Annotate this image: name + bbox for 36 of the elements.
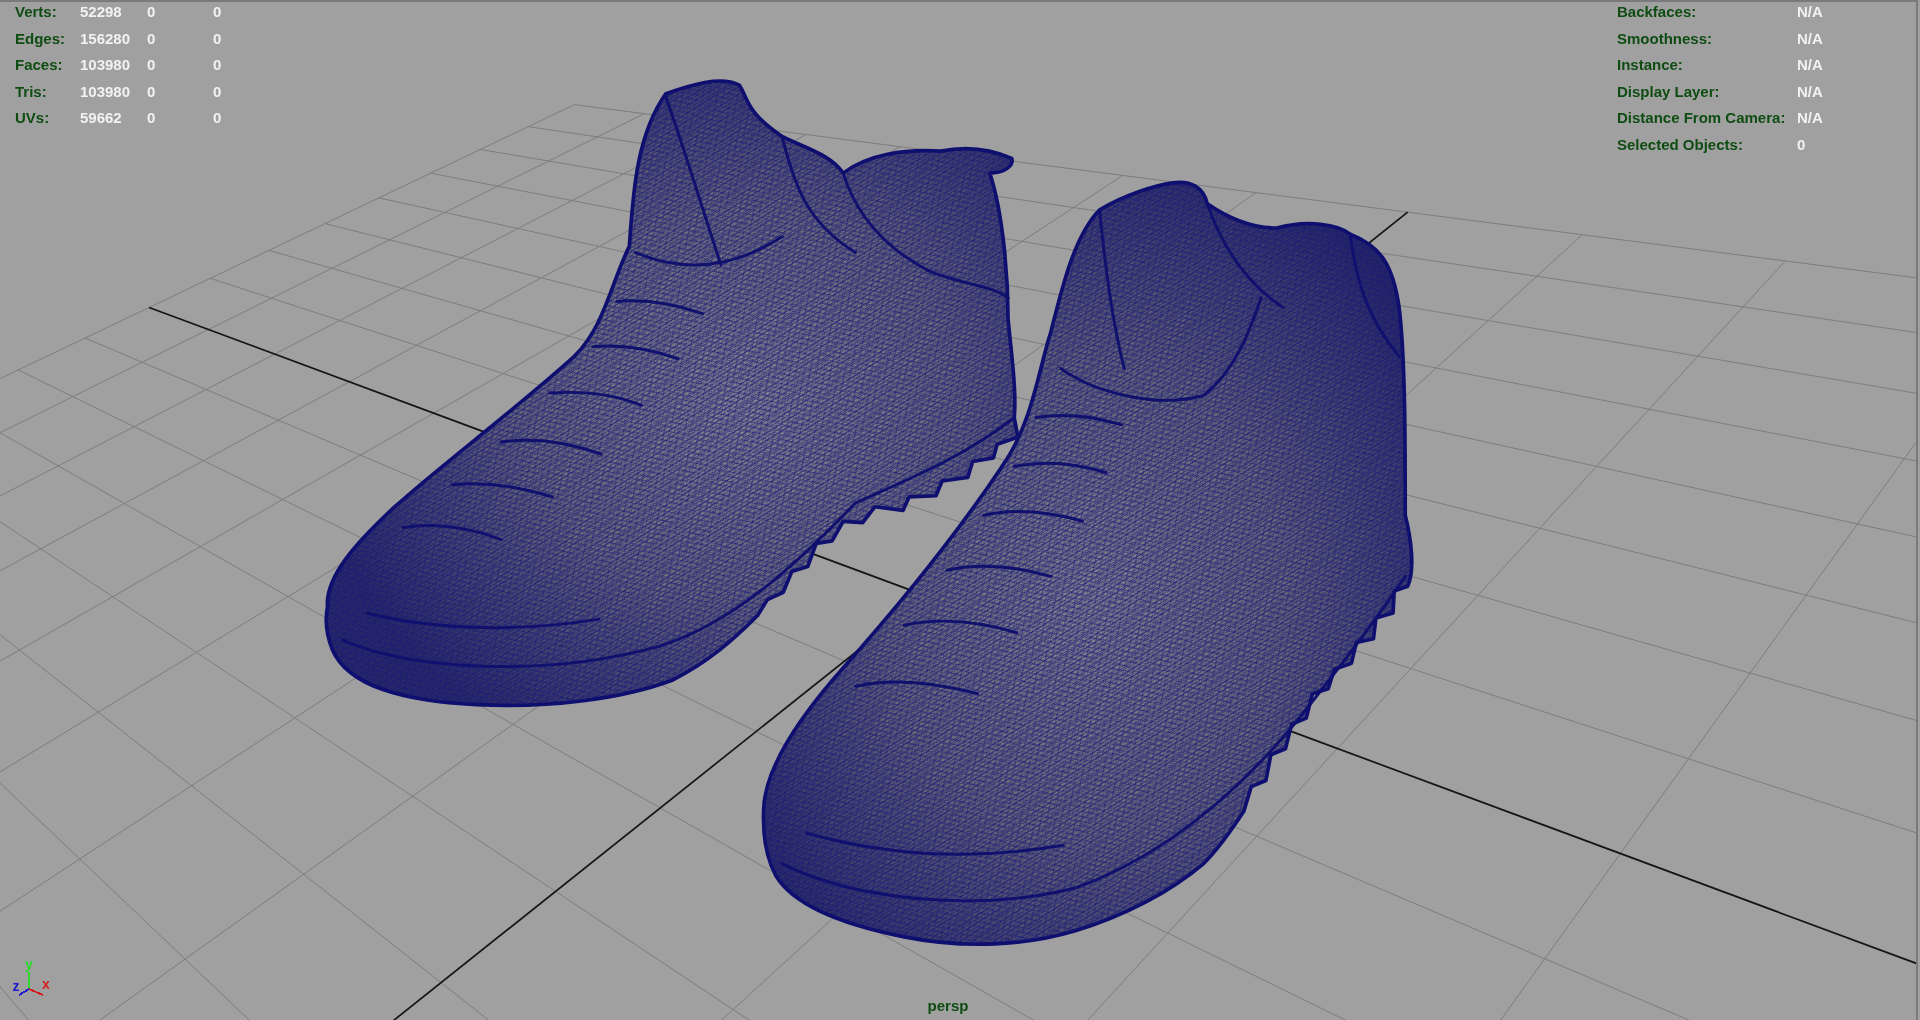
info-value: N/A (1797, 55, 1823, 75)
info-value: N/A (1797, 108, 1823, 128)
info-label: Instance: (1617, 55, 1684, 75)
stat-value: 156280 (80, 28, 132, 49)
stat-label: Faces: (15, 55, 64, 75)
info-label: Display Layer: (1617, 81, 1721, 102)
stat-value: 0 (213, 81, 222, 102)
info-value: N/A (1797, 28, 1823, 49)
info-label: Smoothness: (1617, 28, 1713, 49)
stat-value: 0 (147, 55, 157, 75)
stat-label: Tris: (15, 81, 48, 102)
stat-value: 0 (147, 81, 157, 102)
stat-value: 103980 (80, 55, 132, 75)
info-value: N/A (1797, 2, 1823, 22)
stat-value: 0 (213, 55, 222, 75)
stat-value: 103980 (80, 81, 132, 102)
info-label: Selected Objects: (1617, 134, 1744, 155)
stat-value: 59662 (80, 108, 123, 128)
camera-name: persp (927, 996, 969, 1016)
stat-label: UVs: (15, 108, 51, 128)
stat-value: 52298 (80, 2, 123, 22)
stat-value: 0 (147, 28, 157, 49)
stat-value: 0 (147, 108, 157, 128)
info-value: 0 (1797, 134, 1807, 155)
axis-label: x (42, 977, 50, 991)
stat-label: Edges: (15, 28, 66, 49)
stat-value: 0 (213, 2, 222, 22)
info-value: N/A (1797, 81, 1823, 102)
axis-label: z (12, 979, 20, 993)
stat-label: Verts: (15, 2, 58, 22)
info-label: Backfaces: (1617, 2, 1698, 22)
stat-value: 0 (147, 2, 157, 22)
stat-value: 0 (213, 28, 222, 49)
stat-value: 0 (213, 108, 222, 128)
axis-label: y (25, 957, 33, 971)
info-label: Distance From Camera: (1617, 108, 1787, 128)
